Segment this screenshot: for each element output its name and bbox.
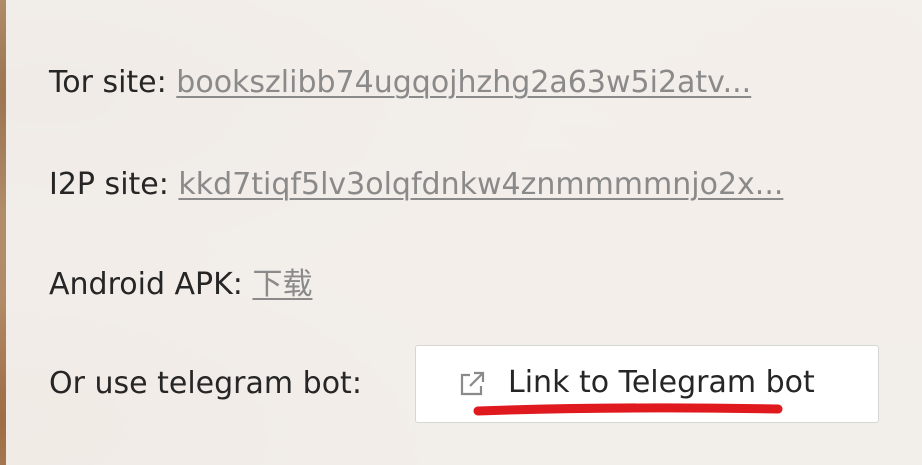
i2p-site-row: I2P site: kkd7tiqf5lv3olqfdnkw4znmmmmnjo… xyxy=(49,170,783,200)
red-underline-annotation xyxy=(473,403,783,416)
i2p-site-label: I2P site: xyxy=(49,167,169,202)
tor-site-link[interactable]: bookszlibb74ugqojhzhg2a63w5i2atv... xyxy=(176,65,751,100)
android-apk-label: Android APK: xyxy=(49,267,243,302)
external-link-icon xyxy=(460,371,485,396)
telegram-label: Or use telegram bot: xyxy=(49,366,362,401)
tor-site-label: Tor site: xyxy=(49,65,167,100)
telegram-row: Or use telegram bot: xyxy=(49,369,362,399)
i2p-site-link[interactable]: kkd7tiqf5lv3olqfdnkw4znmmmmnjo2x... xyxy=(178,167,783,202)
telegram-bot-button-label: Link to Telegram bot xyxy=(508,365,815,400)
android-apk-download-link[interactable]: 下载 xyxy=(252,267,312,302)
tor-site-row: Tor site: bookszlibb74ugqojhzhg2a63w5i2a… xyxy=(49,68,751,98)
android-apk-row: Android APK: 下载 xyxy=(49,270,312,300)
